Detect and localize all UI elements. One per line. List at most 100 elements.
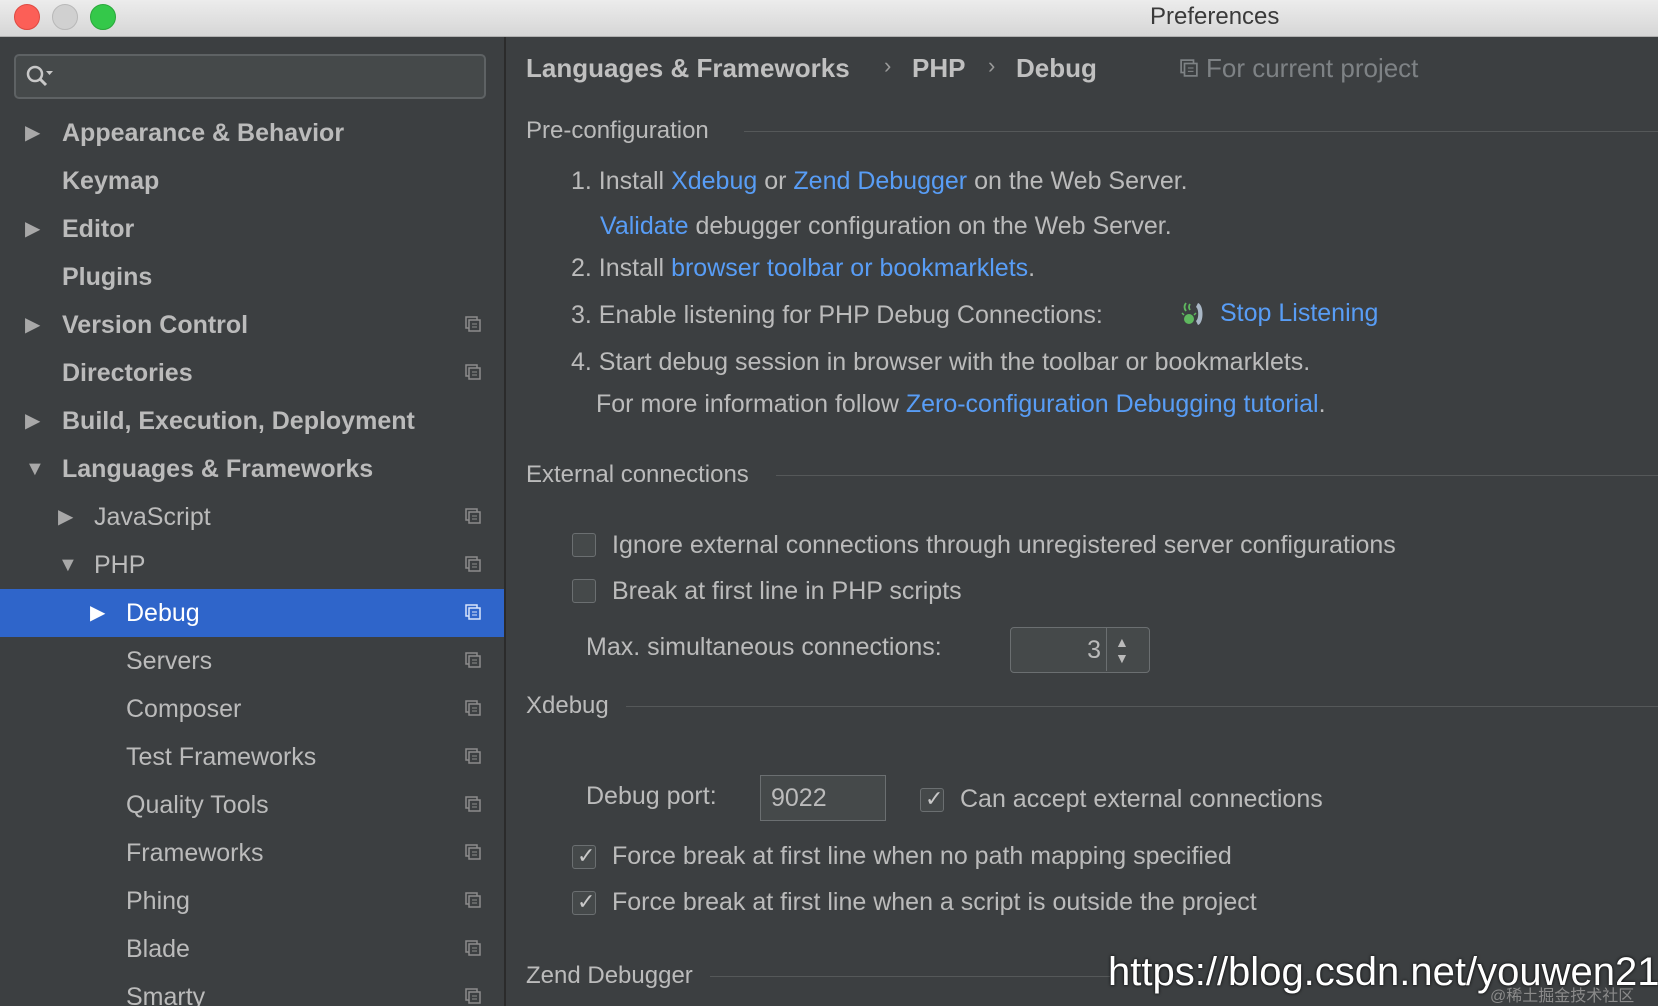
preconfig-step-3: 3. Enable listening for PHP Debug Connec… [571,301,1103,330]
sidebar-item-label: Blade [126,935,190,963]
stop-listening-link-wrap: Stop Listening [1220,299,1378,328]
expand-arrow-icon[interactable]: ▶ [25,301,40,349]
force-break-no-mapping-checkbox[interactable]: ✓ [572,843,596,869]
step-text: For more information follow [596,390,906,418]
collapse-arrow-icon[interactable]: ▼ [25,445,45,493]
sidebar-item-label: Appearance & Behavior [62,119,345,147]
project-scope-icon [1180,59,1198,77]
sidebar-item-blade[interactable]: Blade [0,925,504,973]
section-divider [744,131,1658,132]
expand-arrow-icon[interactable]: ▶ [90,589,105,637]
sidebar-item-debug[interactable]: ▶ Debug [0,589,504,637]
breadcrumb-debug: Debug [1016,53,1097,83]
sidebar-item-label: Directories [62,359,193,387]
check-icon: ✓ [577,843,596,868]
xdebug-link[interactable]: Xdebug [671,167,757,195]
minimize-window-button[interactable] [52,4,78,30]
sidebar-item-label: Languages & Frameworks [62,455,374,483]
stop-listening-link[interactable]: Stop Listening [1220,299,1378,327]
step-text: or [757,167,794,195]
sidebar-item-directories[interactable]: Directories [0,349,504,397]
sidebar-item-label: Plugins [62,263,153,291]
check-icon: ✓ [577,889,596,914]
force-break-outside-project-checkbox[interactable]: ✓ [572,889,596,915]
project-scope-icon [465,748,481,764]
max-connections-value: 3 [1087,636,1101,664]
expand-arrow-icon[interactable]: ▶ [25,109,40,157]
phone-listening-icon [1181,302,1203,325]
breadcrumb-separator: › [884,53,892,78]
sidebar-item-label: Servers [126,647,213,675]
stepper-down-icon[interactable]: ▼ [1115,650,1129,666]
sidebar-item-editor[interactable]: ▶ Editor [0,205,504,253]
sidebar-item-label: Debug [126,599,200,627]
breadcrumb-separator: › [988,53,996,78]
sidebar-item-plugins[interactable]: Plugins [0,253,504,301]
max-connections-stepper[interactable]: 3 ▲ ▼ [1010,627,1150,673]
search-field[interactable] [14,54,486,99]
sidebar-item-label: PHP [94,551,146,579]
collapse-arrow-icon[interactable]: ▼ [58,541,78,589]
sidebar-item-label: JavaScript [94,503,211,531]
section-xdebug-title: Xdebug [526,692,609,719]
ignore-external-checkbox[interactable] [572,533,596,557]
sidebar-item-javascript[interactable]: ▶ JavaScript [0,493,504,541]
title-bar: Preferences [0,0,1658,37]
sidebar-item-phing[interactable]: Phing [0,877,504,925]
breadcrumb-languages-frameworks: Languages & Frameworks [526,53,850,83]
sidebar-item-frameworks[interactable]: Frameworks [0,829,504,877]
maximize-window-button[interactable] [90,4,116,30]
sidebar-item-version-control[interactable]: ▶ Version Control [0,301,504,349]
sidebar-item-languages-frameworks[interactable]: ▼ Languages & Frameworks [0,445,504,493]
project-scope-icon [465,604,481,620]
accept-external-checkbox[interactable]: ✓ [920,787,944,812]
step-text: 1. Install [571,167,672,195]
validate-link[interactable]: Validate [600,212,689,240]
window-title: Preferences [1150,3,1280,30]
project-scope-icon [465,988,481,1004]
step-text: debugger configuration on the Web Server… [688,212,1172,240]
stepper-up-icon[interactable]: ▲ [1115,634,1129,650]
preconfig-step-1: 1. Install Xdebug or Zend Debugger on th… [571,167,1188,196]
zend-debugger-link[interactable]: Zend Debugger [793,167,967,195]
sidebar-item-keymap[interactable]: Keymap [0,157,504,205]
sidebar-item-test-frameworks[interactable]: Test Frameworks [0,733,504,781]
sidebar-item-smarty[interactable]: Smarty [0,973,504,1006]
sidebar-item-label: Editor [62,215,135,243]
step-text: . [1318,390,1326,418]
sidebar-item-label: Test Frameworks [126,743,317,771]
project-scope-icon [465,892,481,908]
step-text: on the Web Server. [967,167,1188,195]
section-preconfiguration-title: Pre-configuration [526,117,709,144]
sidebar-item-label: Build, Execution, Deployment [62,407,415,435]
sidebar-item-label: Frameworks [126,839,264,867]
preconfig-step-2: 2. Install browser toolbar or bookmarkle… [571,254,1035,283]
preconfig-more-info: For more information follow Zero-configu… [596,390,1326,419]
close-window-button[interactable] [14,4,40,30]
break-first-line-checkbox[interactable] [572,579,596,603]
sidebar-item-label: Keymap [62,167,160,195]
expand-arrow-icon[interactable]: ▶ [25,397,40,445]
sidebar-item-build-execution-deployment[interactable]: ▶ Build, Execution, Deployment [0,397,504,445]
watermark-source: @稀土掘金技术社区 [1490,988,1635,1005]
expand-arrow-icon[interactable]: ▶ [58,493,73,541]
sidebar-item-label: Version Control [62,311,249,339]
preconfig-step-4: 4. Start debug session in browser with t… [571,348,1311,376]
zero-config-tutorial-link[interactable]: Zero-configuration Debugging tutorial [906,390,1319,418]
sidebar-item-servers[interactable]: Servers [0,637,504,685]
sidebar-item-quality-tools[interactable]: Quality Tools [0,781,504,829]
expand-arrow-icon[interactable]: ▶ [25,205,40,253]
step-text: 3. Enable listening for PHP Debug Connec… [571,301,1103,329]
max-connections-label: Max. simultaneous connections: [586,633,942,661]
project-scope-icon [465,316,481,332]
sidebar-item-composer[interactable]: Composer [0,685,504,733]
project-scope-icon [465,796,481,812]
force-break-outside-project-label: Force break at first line when a script … [612,888,1257,916]
debug-port-label: Debug port: [586,782,717,810]
ignore-external-label: Ignore external connections through unre… [612,531,1396,559]
sidebar-item-appearance-behavior[interactable]: ▶ Appearance & Behavior [0,109,504,157]
debug-port-input[interactable]: 9022 [760,775,886,821]
step-text: . [1028,254,1036,282]
sidebar-item-php[interactable]: ▼ PHP [0,541,504,589]
browser-toolbar-link[interactable]: browser toolbar or bookmarklets [671,254,1028,282]
